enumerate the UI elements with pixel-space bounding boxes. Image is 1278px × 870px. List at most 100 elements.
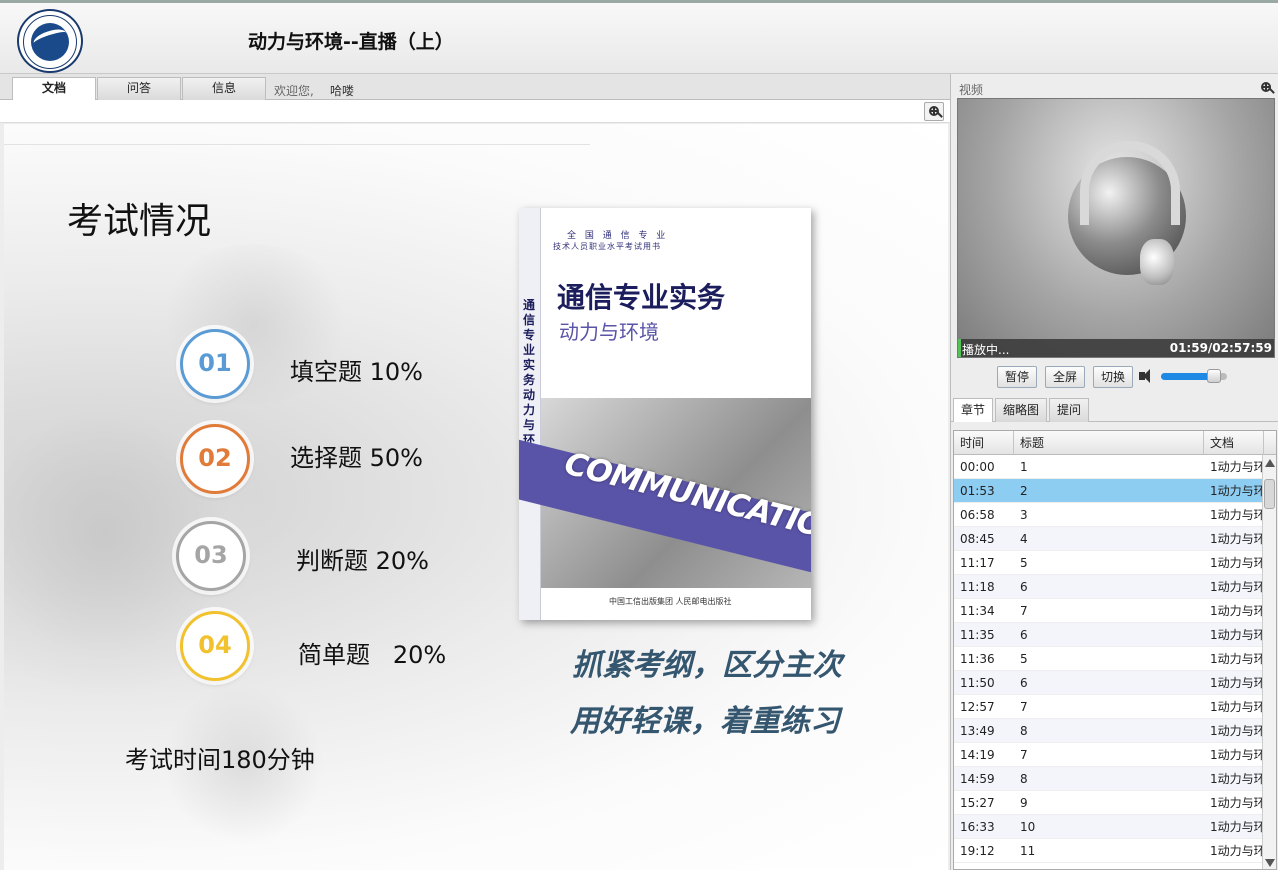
pause-button[interactable]: 暂停	[997, 366, 1037, 388]
cell-title: 6	[1020, 580, 1028, 594]
cell-title: 11	[1020, 844, 1036, 858]
cell-title: 1	[1020, 460, 1028, 474]
table-row[interactable]: 14:59 8 1动力与环境	[954, 767, 1264, 791]
tab-questions[interactable]: 提问	[1049, 398, 1089, 422]
table-row[interactable]: 11:34 7 1动力与环境	[954, 599, 1264, 623]
cell-time: 12:57	[960, 700, 995, 714]
cell-document: 1动力与环境	[1210, 532, 1264, 546]
cell-title: 6	[1020, 676, 1028, 690]
cell-title: 6	[1020, 628, 1028, 642]
fullscreen-button[interactable]: 全屏	[1045, 366, 1085, 388]
switch-button[interactable]: 切换	[1093, 366, 1133, 388]
header-bar: 动力与环境--直播（上）	[0, 0, 1278, 74]
cell-time: 11:50	[960, 676, 995, 690]
table-row[interactable]: 11:35 6 1动力与环境	[954, 623, 1264, 647]
item-label-short-answer: 简单题 20%	[298, 641, 447, 669]
table-body: 00:0011动力与环境01:5321动力与环境06:5831动力与环境08:4…	[954, 455, 1264, 863]
item-label-multiple-choice: 选择题 50%	[290, 444, 423, 472]
video-progress-fill	[958, 339, 962, 357]
column-header-document[interactable]: 文档	[1204, 431, 1264, 455]
table-row[interactable]: 01:53 2 1动力与环境	[954, 479, 1264, 503]
page-title: 动力与环境--直播（上）	[248, 31, 454, 53]
video-header: 视频	[951, 78, 1278, 98]
book-cover-image: 通信专业实务动力与环境 全 国 通 信 专 业 技术人员职业水平考试用书 通信专…	[519, 208, 811, 620]
cell-title: 9	[1020, 796, 1028, 810]
item-number-03: 03	[176, 521, 246, 591]
cell-time: 08:45	[960, 532, 995, 546]
cell-title: 7	[1020, 700, 1028, 714]
cell-title: 3	[1020, 508, 1028, 522]
scroll-thumb[interactable]	[1264, 479, 1275, 509]
tab-info[interactable]: 信息	[182, 77, 266, 100]
table-row[interactable]: 11:17 5 1动力与环境	[954, 551, 1264, 575]
cell-title: 5	[1020, 556, 1028, 570]
table-row[interactable]: 14:19 7 1动力与环境	[954, 743, 1264, 767]
table-row[interactable]: 11:36 5 1动力与环境	[954, 647, 1264, 671]
cell-document: 1动力与环境	[1210, 676, 1264, 690]
volume-fill	[1161, 373, 1211, 380]
cell-title: 10	[1020, 820, 1036, 834]
logo	[17, 9, 83, 73]
video-zoom-button[interactable]	[1259, 80, 1277, 98]
column-header-time[interactable]: 时间	[954, 431, 1014, 455]
cell-time: 19:12	[960, 844, 995, 858]
cell-document: 1动力与环境	[1210, 844, 1264, 858]
tab-thumbnails[interactable]: 缩略图	[995, 398, 1047, 422]
table-row[interactable]: 16:33 10 1动力与环境	[954, 815, 1264, 839]
cell-document: 1动力与环境	[1210, 772, 1264, 786]
slogan-line-1: 抓紧考纲，区分主次	[572, 648, 842, 683]
tab-qa[interactable]: 问答	[97, 77, 181, 100]
tab-chapters[interactable]: 章节	[953, 398, 993, 422]
chapter-tab-bar: 章节 缩略图 提问	[951, 396, 1278, 422]
tab-document[interactable]: 文档	[12, 77, 96, 101]
scroll-up-icon[interactable]	[1265, 459, 1275, 467]
cell-document: 1动力与环境	[1210, 748, 1264, 762]
table-row[interactable]: 11:50 6 1动力与环境	[954, 671, 1264, 695]
table-scrollbar[interactable]	[1262, 455, 1276, 869]
cell-document: 1动力与环境	[1210, 460, 1264, 474]
book-publisher: 中国工信出版集团 人民邮电出版社	[609, 597, 732, 606]
book-series-subtitle: 技术人员职业水平考试用书	[553, 242, 661, 251]
right-panel: 视频 播放中... 01:59/02:57:59 暂停 全屏 切换 章节 缩略图…	[950, 74, 1278, 870]
table-row[interactable]: 19:12 11 1动力与环境	[954, 839, 1264, 863]
cell-time: 01:53	[960, 484, 995, 498]
cell-document: 1动力与环境	[1210, 556, 1264, 570]
cell-title: 7	[1020, 748, 1028, 762]
welcome-text: 欢迎您,	[274, 84, 314, 98]
cell-time: 14:59	[960, 772, 995, 786]
zoom-in-button[interactable]	[924, 102, 944, 121]
cell-time: 16:33	[960, 820, 995, 834]
cell-title: 5	[1020, 652, 1028, 666]
video-player[interactable]: 播放中... 01:59/02:57:59	[957, 98, 1275, 358]
item-number-02: 02	[180, 424, 250, 494]
cell-time: 11:18	[960, 580, 995, 594]
cell-time: 15:27	[960, 796, 995, 810]
cell-title: 8	[1020, 724, 1028, 738]
table-row[interactable]: 12:57 7 1动力与环境	[954, 695, 1264, 719]
cell-document: 1动力与环境	[1210, 796, 1264, 810]
chapter-table: 时间 标题 文档 00:00 1 1动力与环境 01:53 2 1动力与环境 06:58 3 1…	[953, 430, 1277, 870]
slide-divider	[4, 144, 590, 145]
cell-title: 7	[1020, 604, 1028, 618]
cell-time: 11:35	[960, 628, 995, 642]
scroll-down-icon[interactable]	[1265, 859, 1275, 867]
volume-thumb[interactable]	[1207, 369, 1221, 383]
cell-document: 1动力与环境	[1210, 820, 1264, 834]
cell-document: 1动力与环境	[1210, 700, 1264, 714]
item-number-01: 01	[180, 329, 250, 399]
table-row[interactable]: 08:45 4 1动力与环境	[954, 527, 1264, 551]
slogan-line-2: 用好轻课，着重练习	[570, 704, 840, 739]
table-row[interactable]: 15:27 9 1动力与环境	[954, 791, 1264, 815]
book-series: 全 国 通 信 专 业	[567, 231, 669, 241]
cell-title: 8	[1020, 772, 1028, 786]
book-spine-title: 通信专业实务动力与环境	[523, 298, 536, 462]
slide-viewer: 考试情况 01 填空题 10% 02 选择题 50% 03 判断题 20% 04…	[4, 124, 948, 870]
playback-status: 播放中...	[962, 343, 1010, 357]
doc-tab-bar: 文档 问答 信息 欢迎您, 哈喽	[0, 74, 950, 101]
column-header-title[interactable]: 标题	[1014, 431, 1204, 455]
table-row[interactable]: 13:49 8 1动力与环境	[954, 719, 1264, 743]
table-row[interactable]: 00:00 1 1动力与环境	[954, 455, 1264, 479]
table-row[interactable]: 06:58 3 1动力与环境	[954, 503, 1264, 527]
cell-time: 11:36	[960, 652, 995, 666]
table-row[interactable]: 11:18 6 1动力与环境	[954, 575, 1264, 599]
